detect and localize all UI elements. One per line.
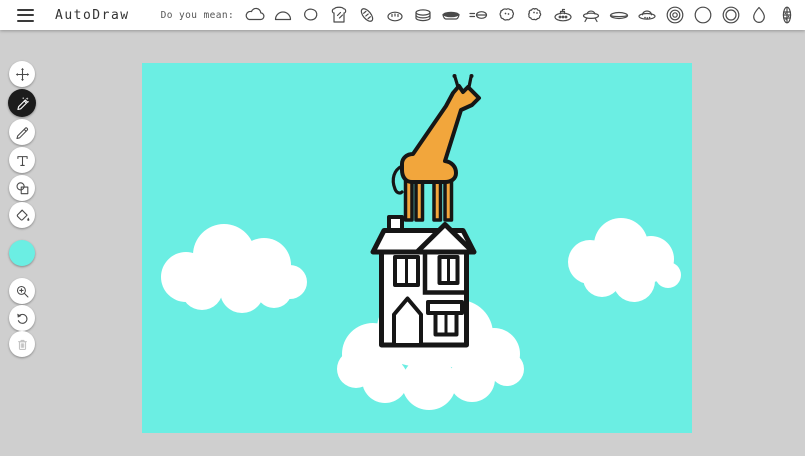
topbar: AutoDraw Do you mean: (0, 0, 805, 30)
app-title: AutoDraw (55, 7, 130, 23)
suggestion-ufo-dome-icon[interactable] (635, 3, 659, 27)
suggestion-cloud-flat-icon[interactable] (271, 3, 295, 27)
right-cloud-drawing (568, 218, 681, 302)
suggestion-strip (243, 0, 805, 30)
fill-tool-button[interactable] (9, 202, 35, 228)
suggestion-pie-icon[interactable] (439, 3, 463, 27)
suggestion-egg-icon[interactable] (747, 3, 771, 27)
zoom-tool-button[interactable] (9, 278, 35, 304)
suggestion-donut-rings-icon[interactable] (663, 3, 687, 27)
undo-tool-button[interactable] (9, 305, 35, 331)
drawing-canvas[interactable] (142, 63, 692, 433)
suggestion-baguette-icon[interactable] (355, 3, 379, 27)
suggestion-cloud-round-icon[interactable] (299, 3, 323, 27)
suggestion-ring-icon[interactable] (719, 3, 743, 27)
house-drawing (370, 215, 477, 348)
suggestion-corn-icon[interactable] (775, 3, 799, 27)
shape-tool-button[interactable] (9, 175, 35, 201)
draw-tool-button[interactable] (9, 119, 35, 145)
suggestion-cake-icon[interactable] (411, 3, 435, 27)
select-tool-button[interactable] (9, 61, 35, 87)
suggestion-flying-burger-icon[interactable] (467, 3, 491, 27)
menu-icon[interactable] (17, 8, 34, 22)
suggestion-cloud-icon[interactable] (243, 3, 267, 27)
suggestion-animal-blob-2-icon[interactable] (523, 3, 547, 27)
autodraw-tool-button[interactable] (8, 89, 36, 117)
suggestion-bread-roll-icon[interactable] (383, 3, 407, 27)
left-cloud-drawing (161, 224, 307, 313)
suggestion-submarine-icon[interactable] (551, 3, 575, 27)
suggestion-circle-icon[interactable] (691, 3, 715, 27)
suggestion-toast-icon[interactable] (327, 3, 351, 27)
suggestion-animal-blob-icon[interactable] (495, 3, 519, 27)
giraffe-drawing (391, 74, 481, 222)
suggestion-label: Do you mean: (160, 9, 235, 21)
trash-tool-button[interactable] (9, 331, 35, 357)
suggestion-ufo-saucer-icon[interactable] (607, 3, 631, 27)
text-tool-button[interactable] (9, 147, 35, 173)
canvas-scene (161, 74, 681, 410)
color-tool-button[interactable] (9, 240, 35, 266)
suggestion-ufo-legs-icon[interactable] (579, 3, 603, 27)
